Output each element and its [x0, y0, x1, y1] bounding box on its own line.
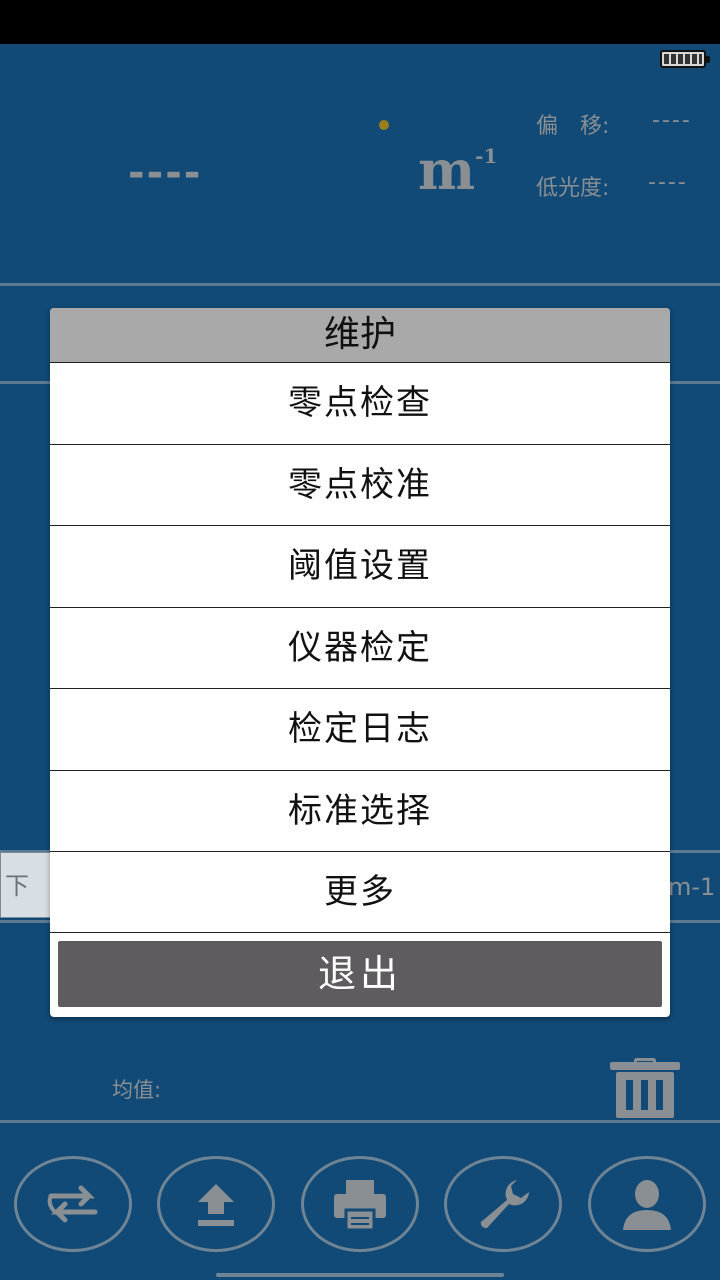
menu-item-instrument-verification[interactable]: 仪器检定 [50, 606, 670, 688]
bottom-nav [0, 1150, 720, 1260]
low-light-value: ---- [648, 170, 688, 195]
divider [0, 283, 720, 286]
side-unit-label: m-1 [668, 873, 716, 901]
battery-icon [660, 50, 710, 68]
main-reading: ---- [128, 150, 203, 196]
swap-icon [47, 1185, 98, 1223]
menu-item-more[interactable]: 更多 [50, 851, 670, 933]
user-button[interactable] [588, 1156, 706, 1252]
menu-item-verification-log[interactable]: 检定日志 [50, 688, 670, 770]
maintenance-dialog: 维护 零点检查 零点校准 阈值设置 仪器检定 检定日志 标准选择 更多 退出 [50, 308, 670, 1017]
low-light-label: 低光度: [536, 176, 610, 201]
swap-button[interactable] [14, 1156, 132, 1252]
menu-item-zero-check[interactable]: 零点检查 [50, 362, 670, 444]
menu-item-threshold-settings[interactable]: 阈值设置 [50, 525, 670, 607]
dialog-title: 维护 [50, 308, 670, 362]
user-icon [623, 1180, 671, 1230]
menu-item-standard-selection[interactable]: 标准选择 [50, 769, 670, 851]
reading-unit: m-1 [418, 138, 498, 202]
status-indicator-dot [379, 120, 389, 130]
print-icon [334, 1180, 386, 1232]
wrench-icon [480, 1180, 529, 1229]
home-indicator [216, 1273, 504, 1277]
exit-button[interactable]: 退出 [58, 941, 662, 1007]
menu-item-zero-calibration[interactable]: 零点校准 [50, 443, 670, 525]
upload-button[interactable] [157, 1156, 275, 1252]
trash-icon[interactable] [610, 1058, 680, 1120]
divider [0, 1120, 720, 1123]
upload-icon [198, 1184, 234, 1226]
average-label: 均值: [112, 1078, 162, 1102]
offset-value: ---- [652, 108, 692, 133]
status-bar [0, 0, 720, 44]
next-button[interactable]: 下一 [0, 852, 52, 918]
offset-label: 偏 移: [536, 114, 610, 139]
maintenance-button[interactable] [444, 1156, 562, 1252]
print-button[interactable] [301, 1156, 419, 1252]
